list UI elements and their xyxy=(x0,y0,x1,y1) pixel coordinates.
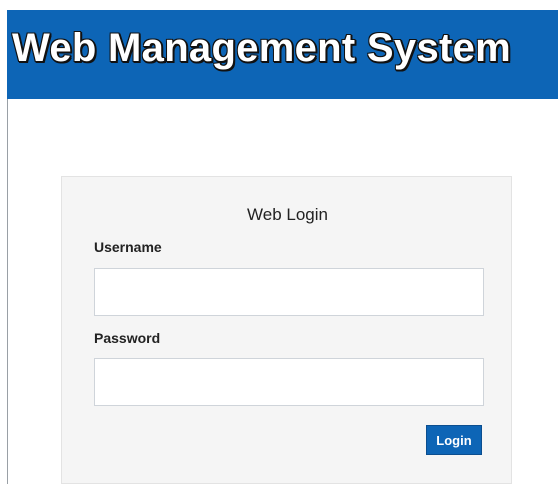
top-strip xyxy=(0,0,558,10)
password-label: Password xyxy=(94,330,161,346)
login-panel: Web Login Username Password Login xyxy=(61,176,512,484)
left-divider xyxy=(7,99,8,484)
password-input[interactable] xyxy=(94,358,484,406)
login-page: Web Management System Web Login Username… xyxy=(0,0,558,484)
username-label: Username xyxy=(94,239,162,255)
login-button[interactable]: Login xyxy=(426,425,482,455)
username-input[interactable] xyxy=(94,268,484,316)
login-title: Web Login xyxy=(247,205,328,224)
app-title: Web Management System xyxy=(12,26,512,70)
app-header: Web Management System xyxy=(7,10,558,99)
